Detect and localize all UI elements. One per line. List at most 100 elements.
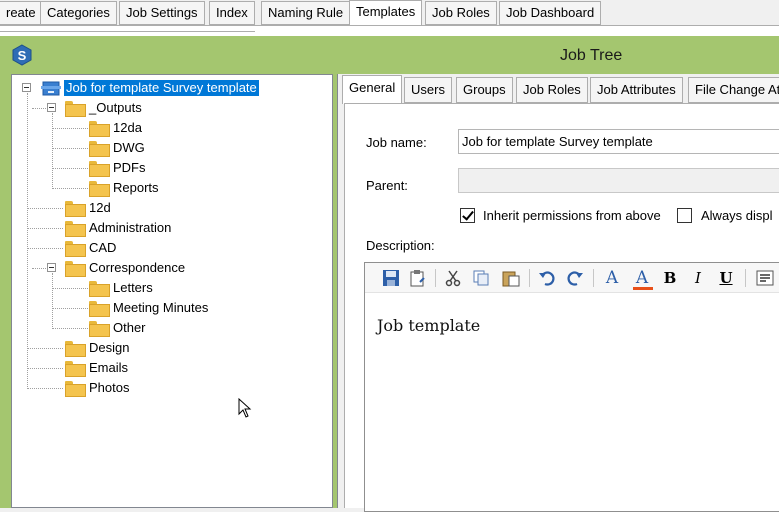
redo-icon[interactable]	[565, 268, 585, 288]
mouse-cursor-icon	[238, 398, 252, 418]
italic-icon[interactable]: I	[689, 268, 707, 288]
tree-node[interactable]: DWG	[12, 139, 212, 157]
paste-special-icon[interactable]	[501, 268, 521, 288]
folder-icon	[65, 221, 86, 237]
tree-node-outputs[interactable]: _Outputs	[12, 99, 212, 117]
folder-icon	[65, 101, 86, 117]
inherit-permissions-checkbox[interactable]	[460, 208, 475, 223]
tab-groups[interactable]: Groups	[456, 77, 513, 103]
top-tab-strip: reate Categories Job Settings Index Nami…	[0, 0, 779, 26]
folder-icon	[65, 261, 86, 277]
job-tree-panel[interactable]: Job for template Survey template _Output…	[11, 74, 333, 508]
collapse-icon[interactable]	[22, 83, 31, 92]
tab-categories[interactable]: Categories	[40, 1, 117, 25]
editor-toolbar: A A B I U	[365, 263, 779, 293]
tree-label[interactable]: Reports	[113, 180, 159, 196]
underline-icon[interactable]: U	[717, 268, 735, 288]
tree-root-label[interactable]: Job for template Survey template	[64, 80, 259, 96]
toolbar-separator	[593, 269, 594, 287]
tree-node-root[interactable]: Job for template Survey template	[12, 79, 312, 97]
tab-users[interactable]: Users	[404, 77, 452, 103]
tree-label[interactable]: Emails	[89, 360, 128, 376]
tree-label[interactable]: _Outputs	[89, 100, 142, 116]
tree-label[interactable]: Design	[89, 340, 129, 356]
tree-label[interactable]: 12da	[113, 120, 142, 136]
inherit-permissions-label[interactable]: Inherit permissions from above	[483, 208, 661, 223]
svg-text:S: S	[18, 48, 27, 63]
app-logo-icon: S	[12, 44, 32, 66]
tab-job-roles[interactable]: Job Roles	[516, 77, 588, 103]
job-name-label: Job name:	[366, 135, 427, 150]
window-title: Job Tree	[560, 47, 623, 64]
tab-job-roles[interactable]: Job Roles	[425, 1, 497, 25]
folder-icon	[89, 181, 110, 197]
folder-icon	[89, 321, 110, 337]
cut-icon[interactable]	[443, 268, 463, 288]
bold-icon[interactable]: B	[661, 268, 679, 288]
tab-index[interactable]: Index	[209, 1, 255, 25]
font-color-icon[interactable]: A	[633, 268, 651, 288]
font-icon[interactable]: A	[603, 268, 621, 288]
parent-input[interactable]	[458, 168, 779, 193]
folder-icon	[65, 201, 86, 217]
align-icon[interactable]	[755, 268, 775, 288]
cabinet-icon	[41, 81, 61, 96]
folder-icon	[65, 361, 86, 377]
always-display-label[interactable]: Always displ	[701, 208, 773, 223]
tab-job-dashboard[interactable]: Job Dashboard	[499, 1, 602, 25]
toolbar-separator	[745, 269, 746, 287]
tree-label[interactable]: Other	[113, 320, 146, 336]
tree-label[interactable]: CAD	[89, 240, 116, 256]
folder-icon	[89, 141, 110, 157]
collapse-icon[interactable]	[47, 103, 56, 112]
job-name-input[interactable]: Job for template Survey template	[458, 129, 779, 154]
parent-label: Parent:	[366, 178, 408, 193]
tree-label[interactable]: 12d	[89, 200, 111, 216]
always-display-checkbox[interactable]	[677, 208, 692, 223]
tree-node[interactable]: Meeting Minutes	[12, 299, 232, 317]
toolbar-separator	[435, 269, 436, 287]
tab-create[interactable]: reate	[0, 1, 43, 25]
folder-icon	[89, 161, 110, 177]
tree-node[interactable]: Design	[12, 339, 212, 357]
tab-job-settings[interactable]: Job Settings	[119, 1, 205, 25]
tree-node[interactable]: Administration	[12, 219, 212, 237]
description-editor[interactable]: A A B I U Job template	[364, 262, 779, 512]
tree-label[interactable]: Photos	[89, 380, 129, 396]
folder-icon	[89, 301, 110, 317]
save-icon[interactable]	[381, 268, 401, 288]
tab-naming-rule[interactable]: Naming Rule	[261, 1, 351, 25]
tree-node[interactable]: Emails	[12, 359, 212, 377]
tree-label[interactable]: Correspondence	[89, 260, 185, 276]
tab-templates[interactable]: Templates	[349, 0, 423, 26]
folder-icon	[65, 341, 86, 357]
tree-node-correspondence[interactable]: Correspondence	[12, 259, 232, 277]
description-label: Description:	[366, 238, 435, 253]
tree-node[interactable]: 12d	[12, 199, 212, 217]
tree-node[interactable]: Reports	[12, 179, 212, 197]
tree-node[interactable]: Other	[12, 319, 232, 337]
folder-icon	[89, 281, 110, 297]
title-bar: S Job Tree	[0, 36, 779, 74]
tree-label[interactable]: Letters	[113, 280, 153, 296]
collapse-icon[interactable]	[47, 263, 56, 272]
copy-icon[interactable]	[471, 268, 491, 288]
tree-node[interactable]: CAD	[12, 239, 212, 257]
tree-node[interactable]: 12da	[12, 119, 212, 137]
tab-job-attributes[interactable]: Job Attributes	[590, 77, 683, 103]
folder-icon	[65, 241, 86, 257]
tree-label[interactable]: Meeting Minutes	[113, 300, 208, 316]
tree-label[interactable]: PDFs	[113, 160, 146, 176]
description-text[interactable]: Job template	[377, 316, 480, 335]
font-color-swatch	[633, 287, 653, 290]
tab-file-change[interactable]: File Change At	[688, 77, 779, 103]
tree-node[interactable]: Photos	[12, 379, 212, 397]
toolbar-separator	[529, 269, 530, 287]
tree-label[interactable]: Administration	[89, 220, 171, 236]
tab-general[interactable]: General	[342, 75, 403, 104]
undo-icon[interactable]	[537, 268, 557, 288]
tree-label[interactable]: DWG	[113, 140, 145, 156]
tree-node[interactable]: PDFs	[12, 159, 212, 177]
tree-node[interactable]: Letters	[12, 279, 232, 297]
paste-icon[interactable]	[407, 268, 427, 288]
